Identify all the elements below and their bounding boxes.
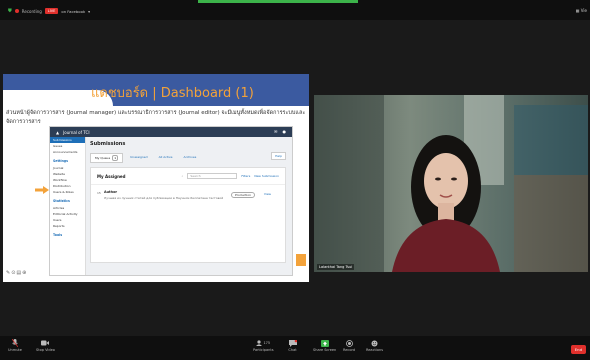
stage-badge: Production <box>231 192 255 198</box>
sidebar-item[interactable]: Reports <box>50 223 85 229</box>
sidebar-section-header: Tools <box>53 233 63 237</box>
share-screen-label: Share Screen <box>313 348 337 352</box>
microphone-icon <box>10 339 19 347</box>
reactions-button[interactable]: Reactions <box>366 339 383 352</box>
submissions-tab[interactable]: My Queue 1 <box>90 153 124 163</box>
search-icon: ⌕ <box>181 174 184 178</box>
zoom-icon[interactable]: ⊕ <box>22 270 27 276</box>
sidebar-section-header: Settings <box>53 159 69 163</box>
shield-icon: ⛊ <box>8 8 12 14</box>
sidebar-item[interactable]: Users & Roles <box>50 189 85 195</box>
grid-icon: ▦ <box>575 8 580 13</box>
record-label: Record <box>343 348 356 352</box>
filters-button[interactable]: Filters <box>241 174 250 178</box>
recording-dot-icon <box>14 9 19 13</box>
chevron-down-icon[interactable]: ▾ <box>88 9 90 14</box>
video-camera-icon <box>41 339 50 347</box>
help-button[interactable]: Help <box>271 152 286 160</box>
chat-icon <box>288 339 297 347</box>
slide-toolbar[interactable]: ✎⊙▤⊕ <box>6 270 27 276</box>
shared-screen: แดชบอร์ด | Dashboard (1) ส่วนหน้าผู้จัดก… <box>3 74 309 282</box>
stop-video-label: Stop Video <box>36 348 55 352</box>
record-icon <box>345 339 354 347</box>
slide-side-tab <box>296 254 306 266</box>
live-destination[interactable]: on Facebook <box>61 9 85 14</box>
meeting-top-bar: ⛊ Recording LIVE on Facebook ▾ ▦ Vie <box>0 0 590 20</box>
menu-icon[interactable]: ▲ <box>56 130 59 135</box>
submission-row[interactable]: 15 Author Лучшая из лучших статей для пу… <box>97 188 279 206</box>
tab-count-badge: 1 <box>112 155 119 161</box>
participants-button[interactable]: 175 Participants <box>253 339 274 352</box>
meeting-controls-bar: Unmute Stop Video 175 Participants Chat … <box>0 336 590 360</box>
ojs-sidebar: Submissions Issues Announcements Settings Jo… <box>50 137 86 275</box>
share-screen-button[interactable]: Share Screen <box>313 339 336 352</box>
presenter-name: Lalanthai Tang Tsui <box>317 264 355 270</box>
reactions-icon <box>370 339 379 347</box>
unmute-button[interactable]: Unmute <box>8 339 22 352</box>
arrow-right-icon <box>35 186 49 194</box>
tab-label: Archives <box>183 155 197 159</box>
tab-label: All Active <box>158 155 173 159</box>
end-meeting-button[interactable]: End <box>570 345 586 354</box>
slide-description: ส่วนหน้าผู้จัดการวารสาร (Journal manager… <box>6 110 306 125</box>
ojs-dashboard-window: ▲ Journal of TCI ✉ ● Submissions Issues An… <box>49 126 293 276</box>
submission-title: Лучшая из лучших статей для публикации в… <box>104 196 224 200</box>
presenter-image <box>314 95 588 272</box>
recording-status[interactable]: ⛊ Recording LIVE on Facebook ▾ <box>8 8 90 14</box>
participants-icon: 175 <box>255 339 271 347</box>
view-button[interactable]: ▦ Vie <box>576 8 587 13</box>
live-badge[interactable]: LIVE <box>44 8 59 14</box>
new-submission-button[interactable]: New Submission <box>254 174 279 178</box>
submissions-tab[interactable]: Archives <box>180 153 201 163</box>
ojs-top-bar: ▲ Journal of TCI ✉ ● <box>50 127 292 137</box>
sidebar-item[interactable]: Announcements <box>50 149 85 155</box>
panel-title: My Assigned <box>97 173 126 179</box>
journal-name[interactable]: Journal of TCI <box>63 130 89 135</box>
reactions-label: Reactions <box>366 348 384 352</box>
recording-label: Recording <box>21 8 42 14</box>
submissions-panel: My Assigned ⌕ Search Filters New Submiss… <box>90 167 286 263</box>
participants-label: Participants <box>253 348 274 352</box>
sidebar-section-header: Statistics <box>53 199 70 203</box>
participants-count: 175 <box>263 341 271 345</box>
slide-title: แดชบอร์ด | Dashboard (1) <box>91 86 254 101</box>
page-title: Submissions <box>90 141 126 147</box>
record-button[interactable]: Record <box>343 339 355 352</box>
sharing-indicator <box>198 0 358 3</box>
tab-label: Unassigned <box>130 155 148 159</box>
unmute-label: Unmute <box>8 348 22 352</box>
stop-video-button[interactable]: Stop Video <box>36 339 55 352</box>
submission-author: Author <box>104 190 118 194</box>
view-submission-button[interactable]: View <box>264 192 271 196</box>
chat-label: Chat <box>288 348 297 352</box>
ojs-main: Submissions My Queue 1 Unassigned All Activ… <box>90 141 286 271</box>
share-screen-icon <box>320 339 329 347</box>
tasks-icon[interactable]: ✉ <box>274 129 277 134</box>
search-input[interactable]: Search <box>187 173 238 179</box>
submission-tabs: My Queue 1 Unassigned All Active Archives <box>90 153 286 163</box>
submission-id: 15 <box>97 191 101 195</box>
submissions-tab[interactable]: All Active <box>155 153 177 163</box>
presenter-video[interactable]: Lalanthai Tang Tsui <box>314 95 588 272</box>
tab-label: My Queue <box>95 156 111 160</box>
submissions-tab[interactable]: Unassigned <box>126 153 151 163</box>
user-icon[interactable]: ● <box>283 129 287 134</box>
chat-button[interactable]: Chat <box>288 339 297 352</box>
view-label: Vie <box>580 8 587 13</box>
